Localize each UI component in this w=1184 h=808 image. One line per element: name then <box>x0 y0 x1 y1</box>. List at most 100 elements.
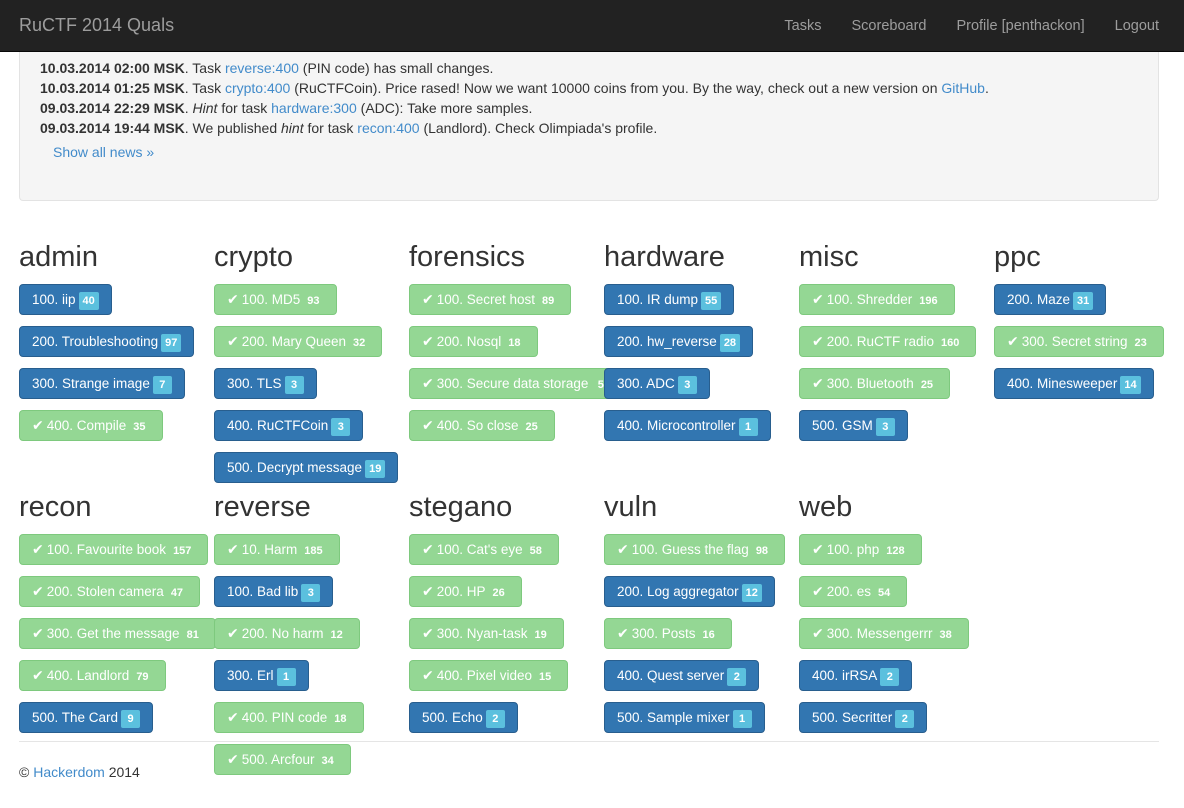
task-button[interactable]: ✔ 100. Guess the flag 98 <box>604 534 786 565</box>
task-button[interactable]: 300. ADC 3 <box>604 368 710 399</box>
task-label: 100. Cat's eye <box>436 542 523 557</box>
task-button[interactable]: ✔ 300. Messengerrr 38 <box>799 618 969 649</box>
task-button[interactable]: ✔ 200. es 54 <box>799 576 908 607</box>
task-button[interactable]: 100. IR dump 55 <box>604 284 735 315</box>
task-button[interactable]: 400. Quest server 2 <box>604 660 760 691</box>
check-icon: ✔ <box>227 709 239 725</box>
task-button[interactable]: ✔ 400. Compile 35 <box>19 410 163 441</box>
solved-count-badge: 31 <box>1073 292 1094 310</box>
category-misc: misc ✔ 100. Shredder 196 ✔ 200. RuCTF radio 16… <box>799 240 994 441</box>
check-icon: ✔ <box>422 583 434 599</box>
task-button[interactable]: 300. Erl 1 <box>214 660 309 691</box>
task-button[interactable]: 500. Sample mixer 1 <box>604 702 765 733</box>
solved-count-badge: 28 <box>719 334 741 352</box>
nav-tasks[interactable]: Tasks <box>769 0 836 52</box>
task-button[interactable]: ✔ 100. Secret host 89 <box>409 284 572 315</box>
show-all-news-link[interactable]: Show all news » <box>53 144 154 160</box>
solved-count-badge: 93 <box>307 295 320 307</box>
category-stegano: stegano ✔ 100. Cat's eye 58 ✔ 200. HP 26 ✔ 300. … <box>409 490 604 733</box>
check-icon: ✔ <box>617 541 629 557</box>
task-button[interactable]: ✔ 10. Harm 185 <box>214 534 340 565</box>
check-icon: ✔ <box>32 667 44 683</box>
check-icon: ✔ <box>32 541 44 557</box>
task-button[interactable]: ✔ 100. MD5 93 <box>214 284 337 315</box>
task-button[interactable]: ✔ 300. Posts 16 <box>604 618 732 649</box>
task-button[interactable]: ✔ 200. No harm 12 <box>214 618 360 649</box>
task-button[interactable]: ✔ 400. Pixel video 15 <box>409 660 569 691</box>
task-button[interactable]: 300. Strange image 7 <box>19 368 185 399</box>
nav-scoreboard[interactable]: Scoreboard <box>837 0 942 52</box>
nav-profile[interactable]: Profile [penthackon] <box>941 0 1099 52</box>
task-button[interactable]: ✔ 100. Shredder 196 <box>799 284 955 315</box>
task-button[interactable]: 100. Bad lib 3 <box>214 576 334 607</box>
task-label: 400. So close <box>436 418 519 433</box>
solved-count-badge: 2 <box>727 668 747 686</box>
task-button[interactable]: ✔ 400. Landlord 79 <box>19 660 166 691</box>
task-button[interactable]: ✔ 100. Cat's eye 58 <box>409 534 559 565</box>
news-link[interactable]: crypto:400 <box>225 80 290 96</box>
task-button[interactable]: ✔ 300. Secure data storage 5 <box>409 368 624 399</box>
news-emphasis: hint <box>281 120 304 136</box>
task-button[interactable]: 300. TLS 3 <box>214 368 317 399</box>
solved-count-badge: 9 <box>121 710 141 728</box>
task-button[interactable]: 200. Troubleshooting 97 <box>19 326 195 357</box>
task-button[interactable]: ✔ 200. Mary Queen 32 <box>214 326 383 357</box>
category-title: hardware <box>604 241 725 273</box>
category-title: reverse <box>214 491 311 523</box>
task-button[interactable]: ✔ 400. PIN code 18 <box>214 702 364 733</box>
footer-link[interactable]: Hackerdom <box>33 764 105 780</box>
check-icon: ✔ <box>812 625 824 641</box>
task-button[interactable]: ✔ 100. Favourite book 157 <box>19 534 209 565</box>
task-label: 100. Favourite book <box>46 542 167 557</box>
task-button[interactable]: 500. The Card 9 <box>19 702 154 733</box>
task-button[interactable]: 500. Echo 2 <box>409 702 518 733</box>
category-forensics: forensics ✔ 100. Secret host 89 ✔ 200. Nosql 1… <box>409 240 624 441</box>
solved-count-badge: 3 <box>875 418 895 436</box>
news-text: for task <box>303 120 358 136</box>
task-button[interactable]: 100. iip 40 <box>19 284 112 315</box>
solved-count-badge: 23 <box>1134 337 1147 349</box>
task-button[interactable]: 200. Maze 31 <box>994 284 1107 315</box>
task-button[interactable]: 500. Secritter 2 <box>799 702 928 733</box>
solved-count-badge: 32 <box>353 337 366 349</box>
task-button[interactable]: 400. Minesweeper 14 <box>994 368 1154 399</box>
solved-count-badge: 35 <box>133 421 146 433</box>
news-link[interactable]: reverse:400 <box>225 60 299 76</box>
navbar: RuCTF 2014 Quals Tasks Scoreboard Profil… <box>0 0 1184 52</box>
task-button[interactable]: 200. hw_reverse 28 <box>604 326 754 357</box>
task-label: 200. Nosql <box>436 334 502 349</box>
task-button[interactable]: ✔ 300. Secret string 23 <box>994 326 1164 357</box>
task-button[interactable]: 200. Log aggregator 12 <box>604 576 775 607</box>
task-label: 200. Stolen camera <box>46 584 164 599</box>
copyright-sign: © <box>19 764 30 780</box>
task-button[interactable]: 400. irRSA 2 <box>799 660 913 691</box>
task-button[interactable]: 500. GSM 3 <box>799 410 908 441</box>
task-label: 500. Echo <box>422 710 483 725</box>
solved-count-badge: 14 <box>1120 376 1141 394</box>
task-button[interactable]: ✔ 200. Nosql 18 <box>409 326 538 357</box>
solved-count-badge: 47 <box>170 587 184 599</box>
nav-logout[interactable]: Logout <box>1100 0 1174 52</box>
task-button[interactable]: ✔ 200. HP 26 <box>409 576 522 607</box>
news-link[interactable]: GitHub <box>941 80 985 96</box>
task-button[interactable]: 400. Microcontroller 1 <box>604 410 771 441</box>
task-button[interactable]: 500. Decrypt message 19 <box>214 452 399 483</box>
task-label: 400. PIN code <box>241 710 328 725</box>
brand[interactable]: RuCTF 2014 Quals <box>19 15 174 36</box>
task-button[interactable]: ✔ 200. Stolen camera 47 <box>19 576 201 607</box>
task-button[interactable]: 400. RuCTFCoin 3 <box>214 410 364 441</box>
task-button[interactable]: ✔ 300. Get the message 81 <box>19 618 216 649</box>
news-link[interactable]: recon:400 <box>357 120 419 136</box>
task-button[interactable]: ✔ 300. Nyan-task 19 <box>409 618 564 649</box>
task-button[interactable]: ✔ 500. Arcfour 34 <box>214 744 351 775</box>
solved-count-badge: 34 <box>321 755 334 767</box>
task-button[interactable]: ✔ 300. Bluetooth 25 <box>799 368 951 399</box>
footer-divider <box>19 741 1159 742</box>
news-link[interactable]: hardware:300 <box>271 100 357 116</box>
task-button[interactable]: ✔ 200. RuCTF radio 160 <box>799 326 977 357</box>
task-label: 300. Erl <box>227 668 274 683</box>
task-button[interactable]: ✔ 100. php 128 <box>799 534 922 565</box>
task-button[interactable]: ✔ 400. So close 25 <box>409 410 555 441</box>
nav-links: Tasks Scoreboard Profile [penthackon] Lo… <box>769 0 1184 52</box>
news-text: . Task <box>184 60 225 76</box>
